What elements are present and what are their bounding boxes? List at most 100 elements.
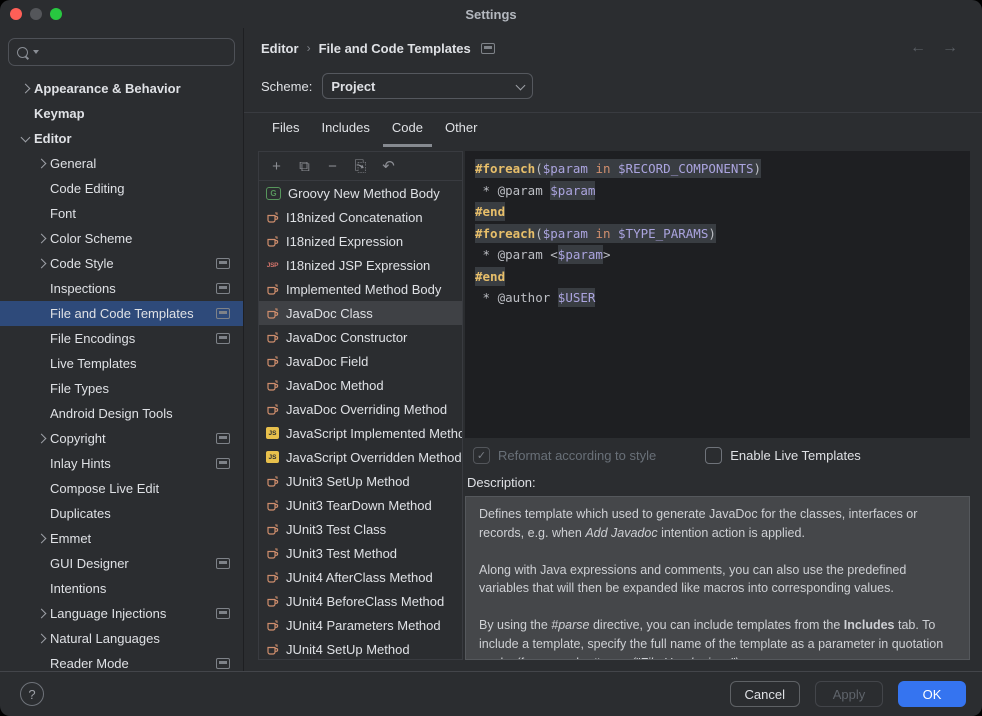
template-item-junit4-setup-method[interactable]: JUnit4 SetUp Method <box>259 637 462 659</box>
java-file-icon <box>266 475 279 488</box>
enable-live-templates-checkbox[interactable]: Enable Live Templates <box>705 447 861 464</box>
template-item-i18nized-concatenation[interactable]: I18nized Concatenation <box>259 205 462 229</box>
ok-button[interactable]: OK <box>898 681 966 707</box>
template-item-label: I18nized Expression <box>286 234 403 249</box>
java-file-icon <box>266 619 279 632</box>
code-token: $RECORD_COMPONENTS <box>618 159 753 178</box>
create-from-template-icon[interactable]: ⧉ <box>291 155 318 177</box>
template-item-implemented-method-body[interactable]: Implemented Method Body <box>259 277 462 301</box>
code-token: ) <box>754 159 762 178</box>
sidebar-item-code-style[interactable]: Code Style <box>0 251 243 276</box>
sidebar-item-reader-mode[interactable]: Reader Mode <box>0 651 243 671</box>
template-item-javascript-overridden-method-body[interactable]: JSJavaScript Overridden Method Body <box>259 445 462 469</box>
chevron-right-icon[interactable] <box>32 160 50 167</box>
checkbox-unchecked-icon <box>705 447 722 464</box>
sidebar-item-emmet[interactable]: Emmet <box>0 526 243 551</box>
template-item-javadoc-field[interactable]: JavaDoc Field <box>259 349 462 373</box>
breadcrumb-editor[interactable]: Editor <box>261 41 299 56</box>
sidebar-item-language-injections[interactable]: Language Injections <box>0 601 243 626</box>
sidebar-item-duplicates[interactable]: Duplicates <box>0 501 243 526</box>
sidebar-item-gui-designer[interactable]: GUI Designer <box>0 551 243 576</box>
sidebar-item-intentions[interactable]: Intentions <box>0 576 243 601</box>
code-token <box>611 224 619 243</box>
chevron-right-icon[interactable] <box>32 260 50 267</box>
java-file-icon <box>266 211 279 224</box>
remove-icon[interactable]: − <box>319 155 346 177</box>
template-item-label: JUnit4 SetUp Method <box>286 642 410 657</box>
add-icon[interactable]: + <box>263 155 290 177</box>
reformat-checkbox-label: Reformat according to style <box>498 448 656 463</box>
template-item-junit3-setup-method[interactable]: JUnit3 SetUp Method <box>259 469 462 493</box>
chevron-down-icon <box>516 80 526 90</box>
copy-icon[interactable]: ⎘ <box>347 155 374 177</box>
sidebar-item-appearance-behavior[interactable]: Appearance & Behavior <box>0 76 243 101</box>
java-file-icon <box>266 403 279 416</box>
template-list: GGroovy New Method BodyI18nized Concaten… <box>259 181 462 659</box>
sidebar-item-copyright[interactable]: Copyright <box>0 426 243 451</box>
sidebar-item-code-editing[interactable]: Code Editing <box>0 176 243 201</box>
template-item-i18nized-jsp-expression[interactable]: JSPI18nized JSP Expression <box>259 253 462 277</box>
chevron-down-icon[interactable] <box>16 136 34 141</box>
code-token: ) <box>708 224 716 243</box>
monitor-icon <box>216 558 230 569</box>
forward-button[interactable]: → <box>942 39 958 57</box>
tab-code[interactable]: Code <box>383 120 432 147</box>
back-button[interactable]: ← <box>910 39 926 57</box>
template-item-junit3-test-class[interactable]: JUnit3 Test Class <box>259 517 462 541</box>
sidebar-item-natural-languages[interactable]: Natural Languages <box>0 626 243 651</box>
chevron-right-icon[interactable] <box>32 435 50 442</box>
chevron-right-icon[interactable] <box>32 535 50 542</box>
chevron-right-icon[interactable] <box>32 635 50 642</box>
scheme-dropdown[interactable]: Project <box>322 73 533 99</box>
cancel-button[interactable]: Cancel <box>730 681 800 707</box>
description-panel[interactable]: Defines template which used to generate … <box>465 496 970 660</box>
template-item-i18nized-expression[interactable]: I18nized Expression <box>259 229 462 253</box>
java-file-icon <box>266 571 279 584</box>
template-item-groovy-new-method-body[interactable]: GGroovy New Method Body <box>259 181 462 205</box>
dialog-buttons: CancelApplyOK <box>730 681 966 707</box>
template-item-javadoc-constructor[interactable]: JavaDoc Constructor <box>259 325 462 349</box>
search-icon <box>17 47 28 58</box>
sidebar-item-compose-live-edit[interactable]: Compose Live Edit <box>0 476 243 501</box>
template-item-junit4-parameters-method[interactable]: JUnit4 Parameters Method <box>259 613 462 637</box>
sidebar-item-live-templates[interactable]: Live Templates <box>0 351 243 376</box>
help-button[interactable]: ? <box>20 682 44 706</box>
template-item-junit3-teardown-method[interactable]: JUnit3 TearDown Method <box>259 493 462 517</box>
template-editor[interactable]: #foreach($param in $RECORD_COMPONENTS) *… <box>465 151 970 438</box>
tab-other[interactable]: Other <box>436 120 487 147</box>
sidebar-item-file-types[interactable]: File Types <box>0 376 243 401</box>
sidebar-item-label: Code Editing <box>50 181 124 196</box>
sidebar-item-file-encodings[interactable]: File Encodings <box>0 326 243 351</box>
sidebar-item-inspections[interactable]: Inspections <box>0 276 243 301</box>
sidebar-item-general[interactable]: General <box>0 151 243 176</box>
tab-files[interactable]: Files <box>263 120 308 147</box>
chevron-right-icon[interactable] <box>16 85 34 92</box>
sidebar-item-keymap[interactable]: Keymap <box>0 101 243 126</box>
revert-icon[interactable]: ↶ <box>375 155 402 177</box>
template-item-javadoc-method[interactable]: JavaDoc Method <box>259 373 462 397</box>
description-label: Description: <box>467 475 970 490</box>
code-line: * @param <$param> <box>475 244 960 266</box>
sidebar-item-file-and-code-templates[interactable]: File and Code Templates <box>0 301 243 326</box>
template-item-label: JUnit3 TearDown Method <box>286 498 432 513</box>
template-item-javadoc-class[interactable]: JavaDoc Class <box>259 301 462 325</box>
js-file-icon: JS <box>266 451 279 463</box>
chevron-right-icon[interactable] <box>32 235 50 242</box>
sidebar-item-color-scheme[interactable]: Color Scheme <box>0 226 243 251</box>
tab-includes[interactable]: Includes <box>312 120 378 147</box>
sidebar-item-editor[interactable]: Editor <box>0 126 243 151</box>
sidebar-item-inlay-hints[interactable]: Inlay Hints <box>0 451 243 476</box>
chevron-right-icon[interactable] <box>32 610 50 617</box>
template-item-javascript-implemented-method-body[interactable]: JSJavaScript Implemented Method Body <box>259 421 462 445</box>
template-item-junit4-beforeclass-method[interactable]: JUnit4 BeforeClass Method <box>259 589 462 613</box>
sidebar-item-android-design-tools[interactable]: Android Design Tools <box>0 401 243 426</box>
description-text: directive, you can include templates fro… <box>590 618 844 632</box>
template-item-junit3-test-method[interactable]: JUnit3 Test Method <box>259 541 462 565</box>
template-item-javadoc-overriding-method[interactable]: JavaDoc Overriding Method <box>259 397 462 421</box>
sidebar-item-font[interactable]: Font <box>0 201 243 226</box>
template-item-junit4-afterclass-method[interactable]: JUnit4 AfterClass Method <box>259 565 462 589</box>
search-history-caret-icon[interactable] <box>33 50 39 54</box>
title-bar: Settings <box>0 0 982 28</box>
search-input[interactable] <box>8 38 235 66</box>
code-line: #foreach($param in $RECORD_COMPONENTS) <box>475 158 960 180</box>
